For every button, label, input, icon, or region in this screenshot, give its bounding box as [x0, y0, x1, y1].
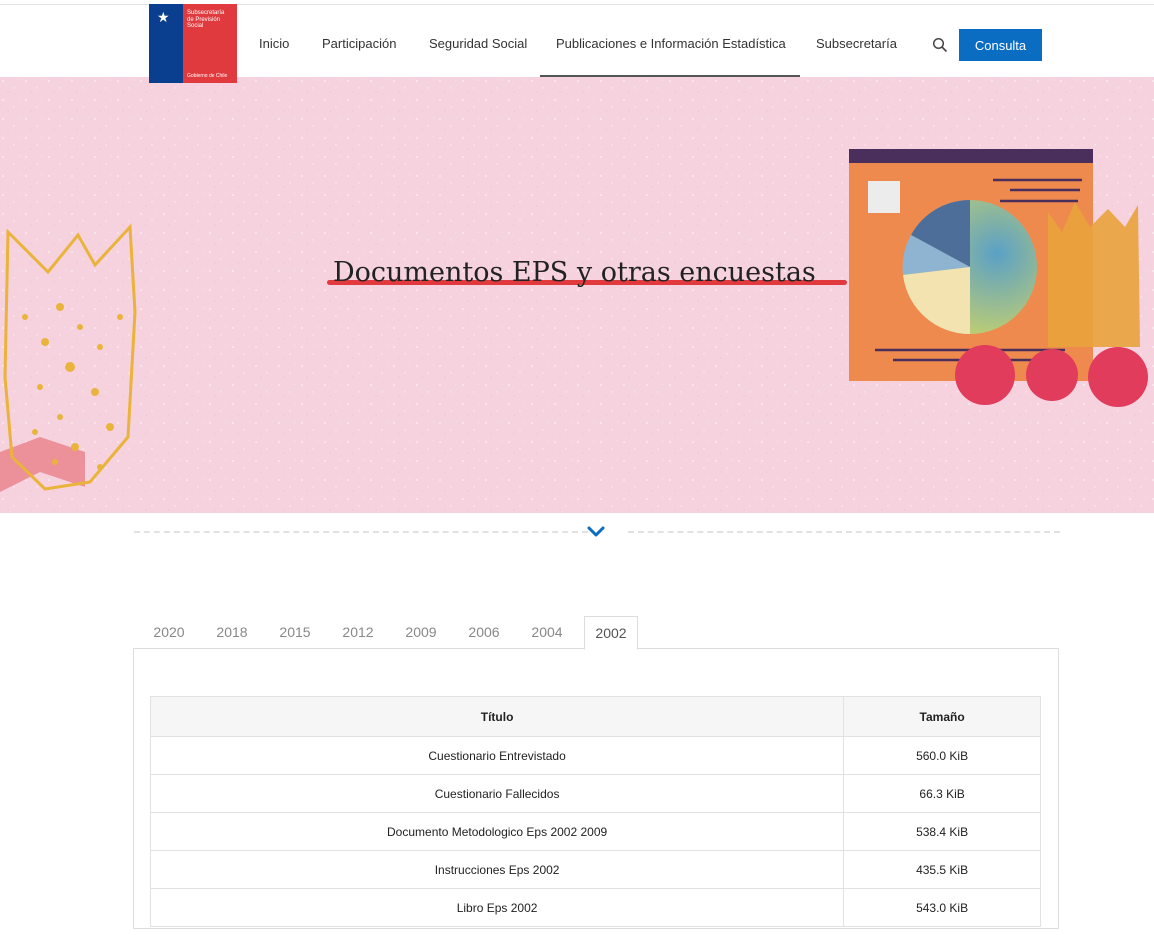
table-row: Libro Eps 2002 543.0 KiB [149, 888, 1041, 927]
consulta-button[interactable]: Consulta [959, 29, 1042, 61]
section-divider [628, 531, 1060, 533]
nav-seguridad-social[interactable]: Seguridad Social [429, 36, 527, 51]
nav-inicio[interactable]: Inicio [259, 36, 289, 51]
table-row: Cuestionario Fallecidos 66.3 KiB [149, 774, 1041, 813]
table-row: Cuestionario Entrevistado 560.0 KiB [149, 736, 1041, 775]
star-icon: ★ [157, 9, 170, 25]
document-size: 66.3 KiB [843, 774, 1041, 813]
documents-table: Título Tamaño Cuestionario Entrevistado … [149, 696, 1041, 927]
section-divider [134, 531, 588, 533]
page-title: Documentos EPS y otras encuestas [333, 257, 816, 288]
nav-participacion[interactable]: Participación [322, 36, 396, 51]
document-title-link[interactable]: Cuestionario Entrevistado [149, 736, 845, 775]
document-title-link[interactable]: Documento Metodologico Eps 2002 2009 [149, 812, 845, 851]
logo-org-name: Subsecretaría de Previsión Social [187, 10, 225, 29]
nav-subsecretaria[interactable]: Subsecretaría [816, 36, 897, 51]
document-title-link[interactable]: Instrucciones Eps 2002 [149, 850, 845, 889]
hero-banner: Documentos EPS y otras encuestas [0, 77, 1154, 513]
search-icon[interactable] [932, 37, 948, 53]
table-row: Documento Metodologico Eps 2002 2009 538… [149, 812, 1041, 851]
table-header-row: Título Tamaño [149, 696, 1041, 737]
document-title-link[interactable]: Libro Eps 2002 [149, 888, 845, 927]
hero-illustration [0, 77, 1154, 513]
document-title-link[interactable]: Cuestionario Fallecidos [149, 774, 845, 813]
tab-2009[interactable]: 2009 [397, 616, 445, 648]
tab-2002[interactable]: 2002 [584, 616, 638, 650]
document-size: 538.4 KiB [843, 812, 1041, 851]
tab-2012[interactable]: 2012 [334, 616, 382, 648]
table-row: Instrucciones Eps 2002 435.5 KiB [149, 850, 1041, 889]
column-header-tamano: Tamaño [843, 696, 1041, 737]
document-size: 543.0 KiB [843, 888, 1041, 927]
document-size: 560.0 KiB [843, 736, 1041, 775]
tab-2004[interactable]: 2004 [523, 616, 571, 648]
logo-government: Gobierno de Chile [187, 73, 228, 79]
chevron-down-icon[interactable] [586, 522, 606, 540]
document-size: 435.5 KiB [843, 850, 1041, 889]
nav-publicaciones[interactable]: Publicaciones e Información Estadística [556, 36, 786, 51]
tab-2018[interactable]: 2018 [208, 616, 256, 648]
tab-2020[interactable]: 2020 [145, 616, 193, 648]
tab-2006[interactable]: 2006 [460, 616, 508, 648]
tab-2015[interactable]: 2015 [271, 616, 319, 648]
logo[interactable]: ★ Subsecretaría de Previsión Social Gobi… [149, 4, 237, 83]
column-header-titulo: Título [149, 696, 845, 737]
